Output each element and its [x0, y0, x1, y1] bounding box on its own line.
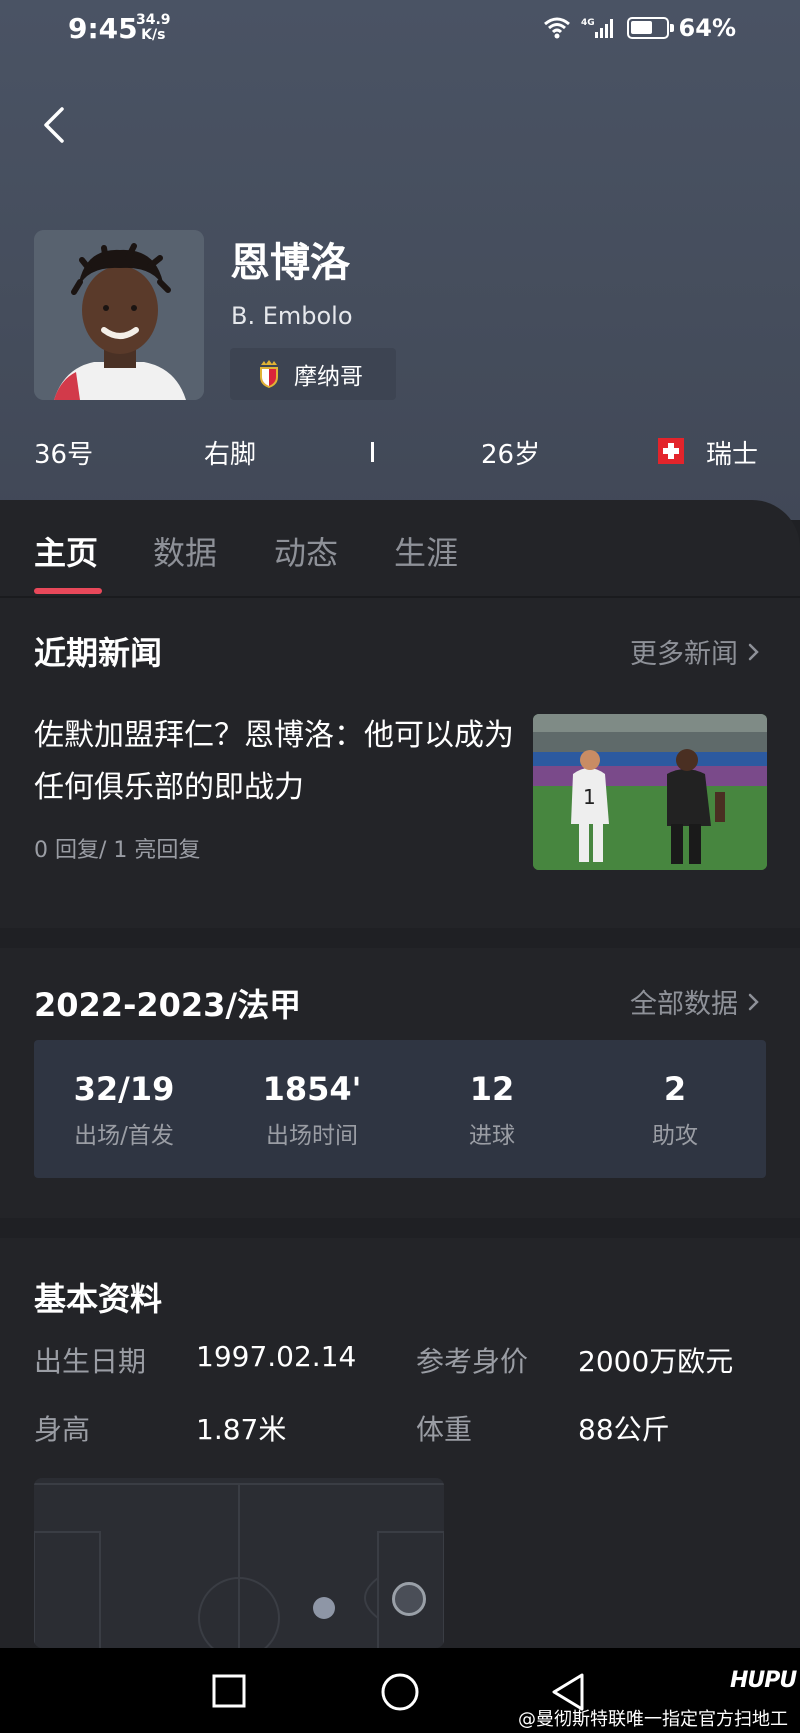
more-news-label: 更多新闻: [630, 639, 738, 670]
circle-icon[interactable]: [380, 1672, 420, 1712]
stat-value: 2: [663, 1070, 687, 1108]
season-stats-section: 2022-2023/法甲 全部数据 32/19 出场/首发 1854' 出场时间…: [0, 948, 800, 1218]
stat-label: 助攻: [652, 1123, 698, 1149]
weight-value: 88公斤: [578, 1413, 670, 1446]
network-speed-value: 34.9: [136, 12, 171, 28]
tab-data[interactable]: 数据: [153, 528, 217, 574]
stat-value: 12: [469, 1070, 515, 1108]
birth-date-value: 1997.02.14: [196, 1340, 357, 1373]
stat-label: 出场时间: [266, 1123, 358, 1149]
stat-label: 进球: [469, 1123, 515, 1149]
tab-home[interactable]: 主页: [34, 528, 98, 574]
stat-minutes: 1854' 出场时间: [222, 1070, 402, 1150]
battery-level: [630, 21, 652, 34]
news-section-title: 近期新闻: [34, 634, 163, 672]
player-header: 9:45 34.9 K/s 4G 64% 恩博洛 B. Embolo 摩纳哥 3…: [0, 0, 800, 520]
square-icon[interactable]: [212, 1674, 246, 1708]
svg-text:1: 1: [583, 785, 596, 809]
player-age: 26岁: [481, 440, 541, 470]
club-chip[interactable]: 摩纳哥: [230, 348, 396, 400]
player-nationality: 瑞士: [706, 440, 759, 470]
news-thumbnail[interactable]: 1: [533, 714, 767, 870]
wifi-icon: [543, 17, 570, 39]
stat-value: 32/19: [73, 1070, 175, 1108]
network-type-label: 4G: [581, 18, 595, 28]
hupu-logo: HUPU: [730, 1668, 797, 1693]
player-number: 36号: [34, 440, 94, 470]
basic-info-title: 基本资料: [34, 1280, 163, 1318]
tab-bar: 主页 数据 动态 生涯: [0, 500, 800, 596]
height-value: 1.87米: [196, 1413, 287, 1446]
position-marker-secondary: [392, 1582, 426, 1616]
status-time: 9:45: [68, 12, 138, 45]
status-bar: 9:45 34.9 K/s 4G 64%: [0, 0, 800, 58]
network-speed: 34.9 K/s: [136, 13, 171, 43]
weight-label: 体重: [416, 1413, 473, 1446]
news-headline[interactable]: 佐默加盟拜仁？恩博洛：他可以成为任何俱乐部的即战力: [34, 710, 524, 814]
status-icons: 4G 64%: [543, 14, 736, 42]
switzerland-flag-icon: [658, 438, 684, 464]
season-title: 2022-2023/法甲: [34, 986, 302, 1024]
chevron-left-icon[interactable]: [38, 103, 72, 147]
stat-assists: 2 助攻: [585, 1070, 765, 1150]
battery-percent: 64%: [678, 14, 736, 42]
player-english-name: B. Embolo: [231, 302, 353, 330]
battery-icon: [626, 17, 674, 39]
chevron-right-icon: [748, 993, 759, 1010]
market-value-label: 参考身价: [416, 1345, 529, 1378]
player-photo: [34, 230, 204, 400]
club-name: 摩纳哥: [294, 364, 363, 390]
stats-summary: 32/19 出场/首发 1854' 出场时间 12 进球 2 助攻: [34, 1040, 766, 1178]
player-name: 恩博洛: [230, 240, 350, 286]
player-avatar: [34, 230, 204, 400]
tab-dynamics[interactable]: 动态: [274, 528, 338, 574]
stat-label: 出场/首发: [74, 1123, 174, 1149]
all-stats-label: 全部数据: [630, 989, 738, 1020]
stat-appearances: 32/19 出场/首发: [34, 1070, 214, 1150]
birth-date-label: 出生日期: [34, 1345, 147, 1378]
stat-goals: 12 进球: [402, 1070, 582, 1150]
player-profile-page: 9:45 34.9 K/s 4G 64% 恩博洛 B. Embolo 摩纳哥 3…: [0, 0, 800, 1733]
height-label: 身高: [34, 1413, 91, 1446]
watermark-text: @曼彻斯特联唯一指定官方扫地工: [518, 1709, 788, 1730]
news-reply-count: 0 回复/ 1 亮回复: [34, 838, 201, 863]
position-pitch: [34, 1478, 444, 1648]
more-news-link[interactable]: 更多新闻: [630, 632, 760, 671]
chevron-right-icon: [748, 643, 759, 660]
active-tab-indicator: [34, 588, 102, 594]
position-marker-primary: [313, 1597, 335, 1619]
pitch-lines: [34, 1478, 444, 1648]
news-photo: 1: [533, 714, 767, 870]
recent-news-section: 近期新闻 更多新闻 佐默加盟拜仁？恩博洛：他可以成为任何俱乐部的即战力 0 回复…: [0, 598, 800, 928]
tab-career[interactable]: 生涯: [394, 528, 458, 574]
monaco-crest-icon: [260, 360, 278, 388]
stat-value: 1854': [262, 1070, 362, 1108]
cellular-signal-icon: 4G: [581, 18, 613, 38]
player-foot: 右脚: [204, 440, 257, 470]
info-divider: [371, 442, 374, 462]
all-stats-link[interactable]: 全部数据: [630, 982, 760, 1021]
network-speed-unit: K/s: [141, 27, 166, 43]
market-value-value: 2000万欧元: [578, 1345, 734, 1378]
